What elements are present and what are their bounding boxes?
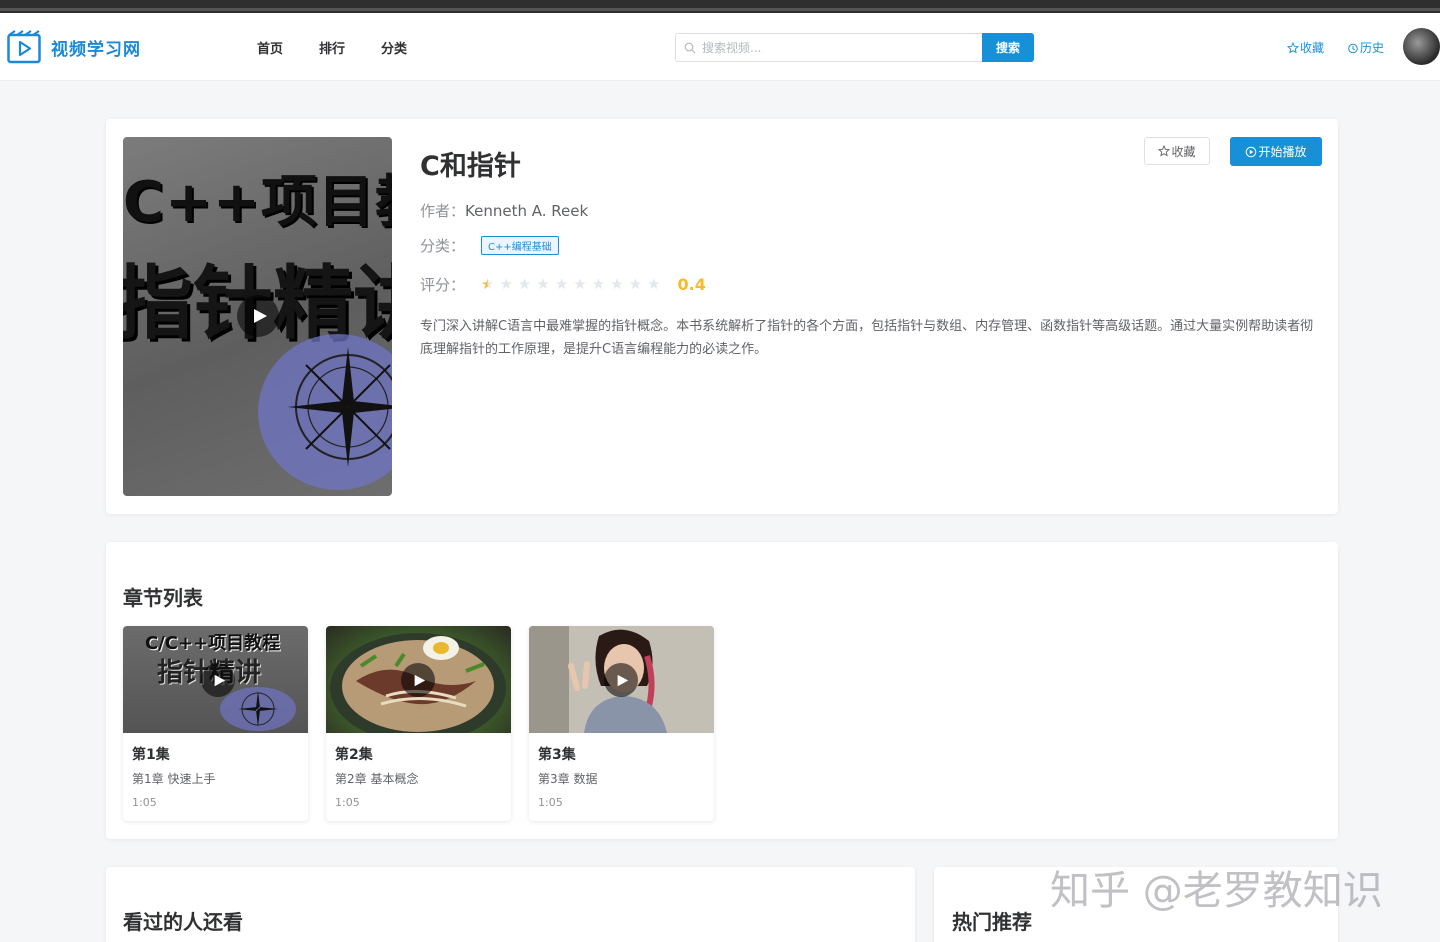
- favorite-button-label: 收藏: [1171, 144, 1196, 159]
- rating-row: 评分： ★ ★ ★ ★ ★ ★ ★ ★ ★ ★ 0.4: [420, 274, 706, 295]
- also-watched-card: 看过的人还看: [106, 867, 915, 942]
- episode-duration: 1:05: [538, 796, 563, 809]
- cover-play-button[interactable]: [237, 295, 279, 337]
- main-nav: 首页 排行 分类: [257, 38, 443, 57]
- episode-play-button[interactable]: [604, 663, 638, 697]
- rating-star-icon: ★: [554, 275, 569, 293]
- header-favorites-link[interactable]: 收藏: [1287, 39, 1324, 56]
- play-circle-icon: [1246, 146, 1257, 157]
- app-name: 视频学习网: [51, 39, 141, 60]
- episode-title: 第1集: [132, 747, 170, 763]
- nav-item-category[interactable]: 分类: [381, 38, 407, 57]
- video-detail-card: C++项目教 指针精讲 C和指针 作者： Kenneth A. Reek 分类：…: [106, 119, 1338, 514]
- hot-recommend-title: 热门推荐: [952, 910, 1032, 934]
- search-bar: 搜索: [675, 33, 1034, 62]
- rating-stars: ★ ★ ★ ★ ★ ★ ★ ★ ★ ★: [481, 277, 666, 292]
- header: 视频学习网 首页 排行 分类 搜索 收藏 历史: [0, 13, 1440, 81]
- episode-card-1[interactable]: C/C++项目教程 指针精讲 第1集 第1章 快速上手 1:05: [123, 626, 308, 821]
- episode-thumbnail: C/C++项目教程 指针精讲: [123, 626, 308, 733]
- episode-subtitle: 第2章 基本概念: [335, 772, 419, 786]
- author-name: Kenneth A. Reek: [465, 201, 589, 220]
- search-button[interactable]: 搜索: [982, 33, 1034, 62]
- episode-thumbnail: [326, 626, 511, 733]
- rating-star-icon: ★: [573, 275, 587, 293]
- rating-star-icon: ★: [499, 275, 513, 293]
- episode-duration: 1:05: [132, 796, 157, 809]
- episode-subtitle: 第3章 数据: [538, 772, 598, 786]
- compass-illustration: [258, 334, 392, 490]
- play-icon: [214, 674, 226, 686]
- chapter-list-card: 章节列表 C/C++项目教程 指针精讲 第1集 第1章 快速上手 1:05: [106, 542, 1338, 839]
- rating-score: 0.4: [677, 275, 706, 294]
- header-history-link[interactable]: 历史: [1347, 39, 1384, 56]
- episode-subtitle: 第1章 快速上手: [132, 772, 216, 786]
- favorite-button[interactable]: 收藏: [1144, 137, 1210, 165]
- rating-star-icon: ★: [591, 275, 606, 293]
- video-title: C和指针: [420, 151, 521, 182]
- category-tag[interactable]: C++编程基础: [481, 236, 559, 255]
- start-play-button[interactable]: 开始播放: [1230, 137, 1322, 166]
- rating-star-icon: ★: [610, 275, 624, 293]
- episode-card-2[interactable]: 第2集 第2章 基本概念 1:05: [326, 626, 511, 821]
- author-row: 作者： Kenneth A. Reek: [420, 200, 588, 221]
- logo[interactable]: 视频学习网: [7, 30, 141, 64]
- category-label: 分类：: [420, 237, 466, 255]
- rating-star-icon: ★: [536, 275, 550, 293]
- episode-play-button[interactable]: [401, 663, 435, 697]
- search-icon: [684, 42, 696, 53]
- nav-item-home[interactable]: 首页: [257, 38, 283, 57]
- chapter-list-title: 章节列表: [123, 586, 203, 610]
- play-icon: [414, 674, 426, 686]
- also-watched-title: 看过的人还看: [123, 910, 243, 934]
- episode-title: 第3集: [538, 747, 576, 763]
- video-description: 专门深入讲解C语言中最难掌握的指针概念。本书系统解析了指针的各个方面，包括指针与…: [420, 319, 1314, 357]
- star-icon: [1158, 145, 1171, 157]
- author-label: 作者：: [420, 202, 466, 220]
- rating-star-icon: ★: [647, 275, 661, 293]
- rating-label: 评分：: [420, 276, 466, 294]
- search-box: [675, 33, 982, 62]
- search-input[interactable]: [702, 40, 962, 55]
- category-row: 分类： C++编程基础: [420, 235, 559, 256]
- logo-icon: [7, 30, 41, 64]
- clock-icon: [1348, 43, 1358, 53]
- start-play-label: 开始播放: [1258, 145, 1307, 159]
- rating-star-icon: ★: [517, 275, 532, 293]
- episode-title: 第2集: [335, 747, 373, 763]
- episode-duration: 1:05: [335, 796, 360, 809]
- header-favorites-label: 收藏: [1300, 41, 1325, 55]
- header-history-label: 历史: [1360, 41, 1385, 55]
- rating-star-icon: ★: [628, 275, 643, 293]
- episode-play-button[interactable]: [201, 663, 235, 697]
- nav-item-ranking[interactable]: 排行: [319, 38, 345, 57]
- video-cover[interactable]: C++项目教 指针精讲: [123, 137, 392, 496]
- star-icon: [1287, 41, 1299, 54]
- cover-text-line1: C++项目教: [123, 170, 392, 235]
- watermark: 知乎 @老罗教知识: [1050, 868, 1383, 914]
- play-icon: [253, 309, 267, 323]
- rating-star-icon: ★: [481, 275, 495, 293]
- play-icon: [617, 674, 629, 686]
- episode-thumbnail: [529, 626, 714, 733]
- episode-card-3[interactable]: 第3集 第3章 数据 1:05: [529, 626, 714, 821]
- browser-top-strip: [0, 0, 1440, 13]
- avatar[interactable]: [1403, 28, 1440, 65]
